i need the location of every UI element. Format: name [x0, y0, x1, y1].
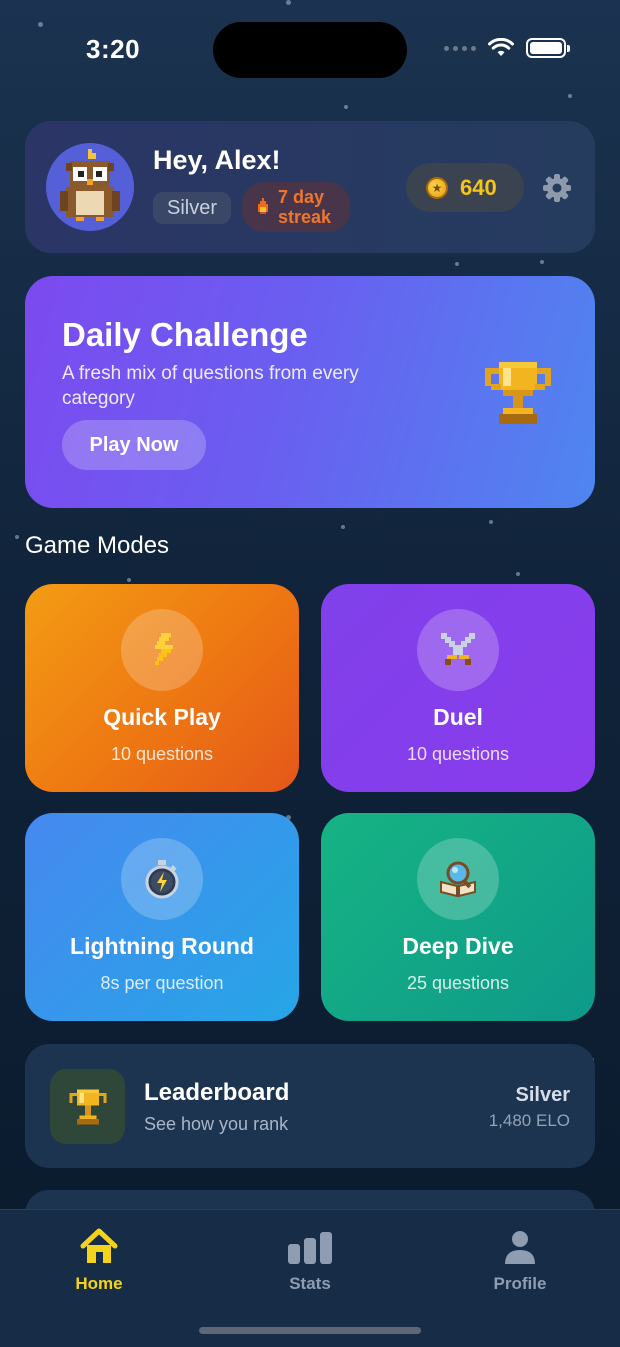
leaderboard-rank: Silver: [515, 1084, 570, 1106]
daily-challenge-subtitle: A fresh mix of questions from every cate…: [62, 363, 359, 409]
tab-stats[interactable]: Stats: [250, 1228, 370, 1294]
dynamic-island: [213, 22, 407, 78]
owl-avatar-icon: [60, 149, 120, 221]
coin-count: 640: [460, 174, 497, 200]
play-now-button[interactable]: Play Now: [62, 420, 206, 470]
mode-card-lightning-round[interactable]: Lightning Round 8s per question: [25, 813, 299, 1021]
mode-card-deep-dive[interactable]: Deep Dive 25 questions: [321, 813, 595, 1021]
trophy-icon: [485, 362, 551, 424]
mode-subtitle: 8s per question: [100, 973, 224, 993]
mode-icon-circle: [121, 838, 203, 920]
tab-label: Home: [75, 1274, 123, 1293]
flame-icon: [258, 198, 268, 214]
lightning-icon: [155, 633, 173, 665]
rank-badge: Silver: [153, 192, 232, 224]
status-time: 3:20: [86, 34, 141, 64]
coin-balance[interactable]: ★ 640: [406, 163, 524, 212]
trophy-icon: [68, 1088, 107, 1125]
home-icon: [80, 1228, 118, 1263]
tab-profile[interactable]: Profile: [460, 1228, 580, 1294]
leaderboard-card[interactable]: Leaderboard See how you rank Silver 1,48…: [25, 1044, 595, 1168]
tab-home[interactable]: Home: [39, 1228, 159, 1294]
mode-title: Lightning Round: [70, 933, 254, 959]
settings-gear-icon[interactable]: [542, 173, 572, 203]
leaderboard-subtitle: See how you rank: [144, 1114, 289, 1134]
mode-title: Deep Dive: [402, 933, 514, 959]
game-modes-heading: Game Modes: [25, 532, 170, 559]
mode-subtitle: 10 questions: [110, 744, 214, 764]
streak-badge: 7 day streak: [242, 182, 350, 232]
stopwatch-icon: [145, 860, 179, 899]
mode-subtitle: 25 questions: [406, 973, 510, 993]
mode-title: Quick Play: [103, 704, 221, 730]
leaderboard-title: Leaderboard: [144, 1079, 290, 1106]
mode-card-duel[interactable]: Duel 10 questions: [321, 584, 595, 792]
coin-icon: ★: [426, 176, 448, 199]
tab-label: Profile: [493, 1274, 547, 1293]
mode-icon-circle: [121, 609, 203, 691]
home-indicator[interactable]: [199, 1327, 421, 1334]
bar-chart-icon: [288, 1232, 332, 1264]
leaderboard-icon-tile: [50, 1069, 125, 1144]
profile-header-card: Hey, Alex! Silver 7 day streak ★ 640: [25, 121, 595, 253]
mode-icon-circle: [417, 609, 499, 691]
battery-icon: [526, 38, 570, 58]
greeting-text: Hey, Alex!: [153, 145, 281, 175]
status-icons: [444, 38, 570, 58]
mode-icon-circle: [417, 838, 499, 920]
tab-label: Stats: [289, 1274, 331, 1293]
wifi-icon: [488, 38, 514, 56]
avatar[interactable]: [46, 143, 134, 231]
book-magnifier-icon: [440, 861, 476, 898]
leaderboard-elo: 1,480 ELO: [488, 1111, 570, 1130]
daily-challenge-card[interactable]: Daily Challenge A fresh mix of questions…: [25, 276, 595, 508]
mode-title: Duel: [433, 704, 483, 730]
daily-challenge-title: Daily Challenge: [62, 316, 308, 353]
crossed-swords-icon: [441, 633, 475, 665]
mode-card-quick-play[interactable]: Quick Play 10 questions: [25, 584, 299, 792]
cellular-signal-icon: [444, 45, 476, 51]
mode-subtitle: 10 questions: [406, 744, 510, 764]
streak-text: 7 day streak: [278, 187, 332, 227]
person-icon: [505, 1231, 535, 1264]
